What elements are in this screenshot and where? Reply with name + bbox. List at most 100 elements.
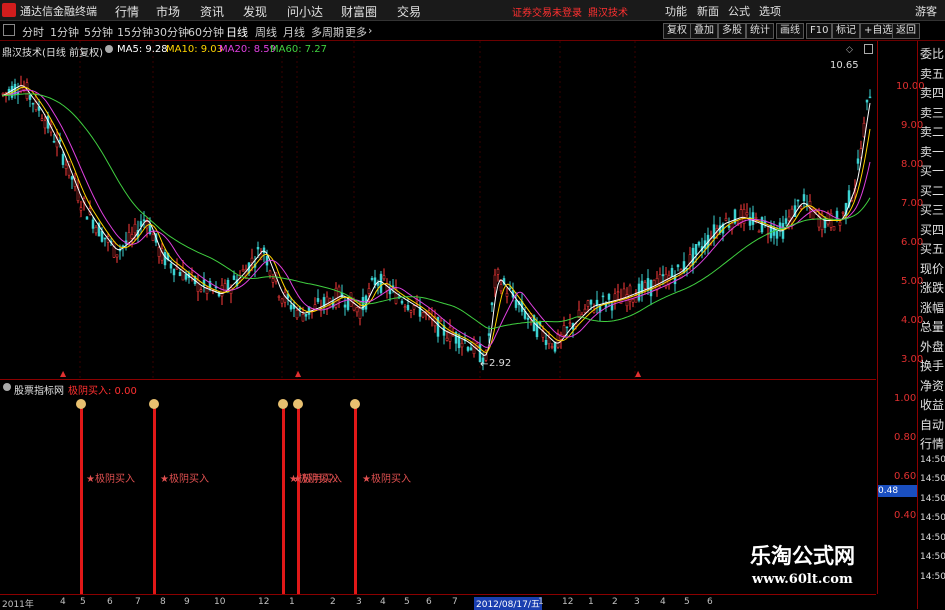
date-tick: 1 — [538, 597, 544, 607]
login-notice[interactable]: 证券交易未登录 — [512, 4, 582, 19]
quote-side-panel[interactable]: 委比 卖五 卖四 卖三 卖二 卖一 买一 买二 买三 买四 买五 现价 涨跌 涨幅 总量 外盘 换手 净资 收益 自动… — [917, 41, 945, 609]
indicator-settings-icon[interactable] — [3, 383, 11, 391]
menu-function[interactable]: 功能 — [665, 3, 687, 19]
back-button[interactable]: 返回 — [892, 23, 920, 39]
candle-body — [178, 272, 182, 277]
candle-body — [775, 230, 779, 239]
chevron-right-icon[interactable]: › — [368, 24, 372, 37]
candle-body — [595, 299, 599, 306]
event-marker-icon[interactable]: ▲ — [295, 369, 302, 378]
low-arrow-icon: ← — [480, 359, 489, 370]
candle-body — [601, 295, 605, 298]
quote-field-label: 总量 — [920, 320, 945, 334]
candle-body — [184, 274, 188, 280]
expand-icon[interactable] — [864, 44, 873, 54]
signal-label: ★极阴买入 — [160, 474, 209, 485]
indicator-name[interactable]: 股票指标网 — [14, 382, 64, 397]
candle-body — [661, 274, 665, 277]
overlay-button[interactable]: 叠加 — [690, 23, 718, 39]
menu-discover[interactable]: 发现 — [243, 3, 267, 20]
stock-tag: 鼎汉技术 — [588, 8, 628, 19]
date-tick: 2 — [330, 597, 336, 607]
signal-label: ★极阴买入 — [86, 474, 135, 485]
candle-body — [448, 326, 452, 342]
candle-body — [52, 141, 56, 143]
candle-body — [646, 278, 650, 290]
period-1min[interactable]: 1分钟 — [50, 24, 79, 40]
candle-body — [262, 247, 266, 254]
period-more[interactable]: 更多 — [345, 24, 367, 40]
f10-button[interactable]: F10 — [806, 23, 833, 39]
date-tick: 1 — [289, 597, 295, 607]
candle-body — [499, 284, 503, 292]
candle-body — [505, 293, 509, 297]
adjust-button[interactable]: 复权 — [663, 23, 691, 39]
candle-body — [739, 209, 743, 223]
ma5-label: MA5: 9.28 — [117, 44, 168, 55]
menu-wealth[interactable]: 财富圈 — [341, 3, 377, 20]
mark-button[interactable]: 标记 — [832, 23, 860, 39]
menu-quotes[interactable]: 行情 — [115, 3, 139, 20]
candle-body — [787, 216, 791, 221]
date-tick: 7 — [452, 597, 458, 607]
candle-body — [526, 317, 530, 320]
candle-body — [865, 99, 869, 103]
menu-options[interactable]: 选项 — [759, 3, 781, 19]
date-tick: 6 — [426, 597, 432, 607]
candle-body — [31, 103, 35, 105]
menu-ask[interactable]: 问小达 — [287, 3, 323, 20]
period-30min[interactable]: 30分钟 — [153, 24, 189, 40]
candle-body — [568, 322, 572, 325]
diamond-icon[interactable]: ◇ — [846, 45, 853, 55]
period-5min[interactable]: 5分钟 — [84, 24, 113, 40]
settings-dot-icon[interactable] — [105, 45, 113, 53]
price-axis: 10.00 9.00 8.00 7.00 6.00 5.00 4.00 3.00… — [877, 41, 925, 594]
panel-toggle-icon[interactable] — [3, 24, 15, 36]
draw-line-button[interactable]: 画线 — [776, 23, 804, 39]
menu-guest[interactable]: 游客 — [915, 3, 937, 19]
period-60min[interactable]: 60分钟 — [188, 24, 224, 40]
multi-stock-button[interactable]: 多股 — [718, 23, 746, 39]
period-15min[interactable]: 15分钟 — [117, 24, 153, 40]
period-weekly[interactable]: 周线 — [255, 24, 277, 40]
kline-pane[interactable]: ▲ ▲ ▲ 鼎汉技术(日线 前复权) MA5: 9.28 MA10: 9.03 MA… — [0, 41, 876, 378]
candle-body — [199, 289, 203, 292]
candle-body — [727, 225, 731, 228]
candle-body — [142, 219, 146, 222]
money-bag-icon — [149, 399, 159, 409]
period-intraday[interactable]: 分时 — [22, 24, 44, 40]
sub-y-tick: 0.40 — [894, 510, 917, 521]
app-title: 通达信金融终端 — [20, 5, 97, 18]
low-price-label: 2.92 — [489, 358, 512, 369]
candle-body — [301, 313, 305, 322]
candle-body — [256, 246, 260, 250]
stats-button[interactable]: 统计 — [746, 23, 774, 39]
period-monthly[interactable]: 月线 — [283, 24, 305, 40]
candle-body — [547, 337, 551, 345]
period-toolbar: 分时 1分钟 5分钟 15分钟 30分钟 60分钟 日线 周线 月线 多周期 更… — [0, 21, 945, 41]
quote-field-label: 买二 — [920, 183, 945, 198]
menu-new-page[interactable]: 新面 — [697, 3, 719, 19]
candle-body — [796, 199, 800, 202]
quote-field-label: 委比 — [920, 47, 945, 61]
period-multi[interactable]: 多周期 — [311, 24, 344, 40]
menu-trade[interactable]: 交易 — [397, 3, 421, 20]
menu-formula[interactable]: 公式 — [728, 3, 750, 19]
candle-body — [343, 304, 347, 308]
period-daily[interactable]: 日线 — [226, 24, 248, 40]
menu-news[interactable]: 资讯 — [200, 3, 224, 20]
date-tick: 10 — [214, 597, 226, 607]
menu-market[interactable]: 市场 — [156, 3, 180, 20]
event-marker-icon[interactable]: ▲ — [635, 369, 642, 378]
candle-body — [28, 95, 32, 100]
candle-body — [445, 337, 449, 341]
event-marker-icon[interactable]: ▲ — [60, 369, 67, 378]
date-tick: 5 — [404, 597, 410, 607]
high-price-label: 10.65 — [830, 60, 859, 71]
candle-body — [151, 234, 155, 241]
quote-field-label: 换手 — [920, 359, 945, 373]
date-tick: 5 — [684, 597, 690, 607]
candle-body — [589, 299, 593, 305]
add-watchlist-button[interactable]: +自选 — [860, 23, 897, 39]
candle-body — [514, 299, 518, 308]
